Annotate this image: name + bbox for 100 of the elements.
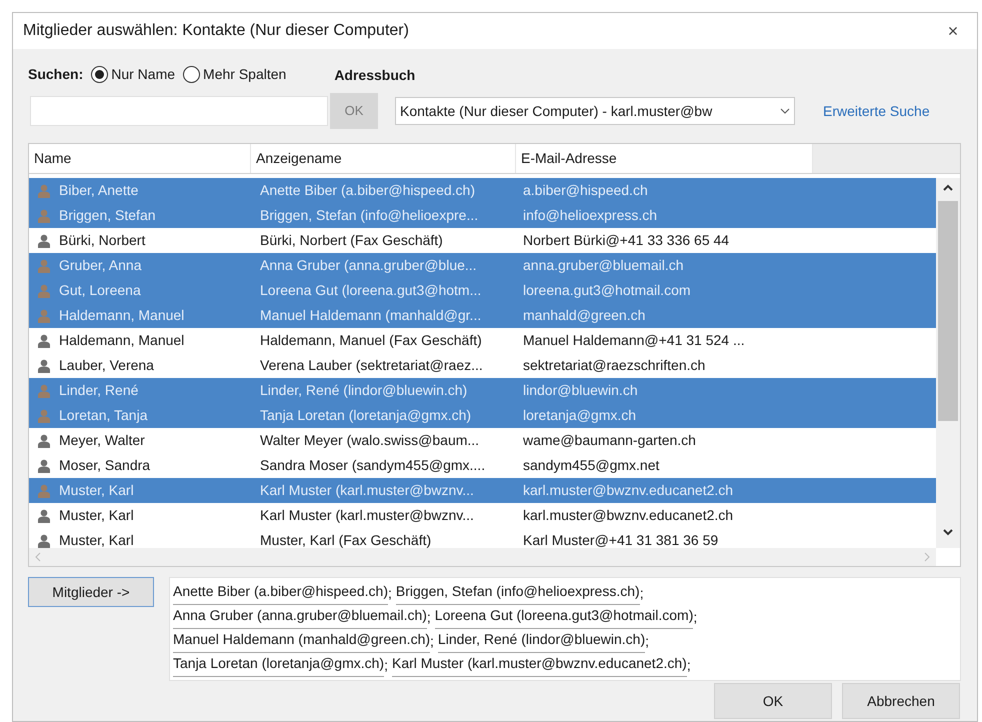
- display-name-cell-text: Karl Muster (karl.muster@bwznv...: [259, 481, 475, 500]
- name-cell-text: Biber, Anette: [59, 181, 140, 200]
- display-name-cell-text: Anna Gruber (anna.gruber@blue...: [259, 256, 478, 275]
- separator: ;: [693, 608, 698, 627]
- column-header[interactable]: Anzeigename: [251, 144, 516, 173]
- scroll-left-icon[interactable]: [35, 552, 41, 562]
- dialog-button[interactable]: OK: [714, 683, 832, 719]
- person-icon: [37, 308, 51, 322]
- recipient[interactable]: Anna Gruber (anna.gruber@bluemail.ch): [173, 605, 427, 629]
- separator: ;: [640, 584, 644, 603]
- advanced-search-link[interactable]: Erweiterte Suche: [823, 100, 930, 122]
- address-book-label: Adressbuch: [334, 66, 416, 84]
- person-icon: [37, 408, 51, 422]
- search-field[interactable]: [30, 96, 328, 126]
- person-icon: [37, 458, 51, 472]
- name-cell-text: Muster, Karl: [59, 506, 135, 525]
- person-icon: [37, 258, 51, 272]
- display-name-cell-text: Bürki, Norbert (Fax Geschäft): [259, 231, 444, 250]
- name-cell-text: Muster, Karl: [59, 531, 135, 548]
- person-icon: [37, 208, 51, 222]
- email-cell-text: loretanja@gmx.ch: [523, 406, 636, 425]
- person-icon: [37, 334, 51, 348]
- display-name-cell-text: Manuel Haldemann (manhald@gr...: [259, 306, 482, 325]
- display-name-cell-text: Sandra Moser (sandym455@gmx....: [259, 456, 486, 475]
- separator: ;: [388, 584, 392, 603]
- recipient[interactable]: Karl Muster (karl.muster@bwznv.educanet2.ch): [392, 653, 687, 677]
- radio-option[interactable]: Mehr Spalten: [183, 64, 286, 84]
- name-cell-text: Briggen, Stefan: [59, 206, 157, 225]
- recipient[interactable]: Linder, René (lindor@bluewin.ch): [438, 629, 646, 653]
- chevron-down-icon: [780, 108, 790, 114]
- email-cell-text: sektretariat@raezschriften.ch: [523, 356, 706, 375]
- recipient[interactable]: Anette Biber (a.biber@hispeed.ch): [173, 581, 388, 605]
- recipient[interactable]: Loreena Gut (loreena.gut3@hotmail.com): [434, 605, 694, 629]
- name-cell-text: Moser, Sandra: [59, 456, 152, 475]
- recipient[interactable]: Tanja Loretan (loretanja@gmx.ch): [173, 653, 384, 677]
- display-name-cell-text: Loreena Gut (loreena.gut3@hotm...: [259, 281, 482, 300]
- name-cell-text: Lauber, Verena: [59, 356, 155, 375]
- display-name-cell-text: Muster, Karl (Fax Geschäft): [259, 531, 432, 548]
- recipient[interactable]: Briggen, Stefan (info@helioexpress.ch): [396, 581, 640, 605]
- separator: ;: [686, 656, 691, 675]
- scroll-right-icon[interactable]: [924, 552, 930, 562]
- scroll-down-icon[interactable]: [943, 529, 953, 536]
- address-book-dropdown[interactable]: Kontakte (Nur dieser Computer) - karl.muster@bw: [395, 97, 795, 125]
- person-icon: [37, 508, 51, 522]
- email-cell-text: wame@baumann-garten.ch: [523, 431, 696, 450]
- name-cell-text: Gruber, Anna: [59, 256, 143, 275]
- person-icon: [37, 434, 51, 448]
- person-icon: [37, 484, 51, 498]
- dialog-button[interactable]: Abbrechen: [842, 683, 960, 719]
- radio-option[interactable]: Nur Name: [91, 64, 176, 84]
- horizontal-scrollbar[interactable]: [29, 548, 936, 566]
- person-icon: [37, 534, 51, 548]
- person-icon: [37, 284, 51, 298]
- email-cell-text: a.biber@hispeed.ch: [523, 181, 648, 200]
- display-name-cell-text: Tanja Loretan (loretanja@gmx.ch): [259, 406, 472, 425]
- person-icon: [37, 358, 51, 372]
- name-cell-text: Linder, René: [59, 381, 140, 400]
- name-cell-text: Meyer, Walter: [59, 431, 146, 450]
- email-cell-text: sandym455@gmx.net: [523, 456, 660, 475]
- person-icon: [37, 384, 51, 398]
- person-icon: [37, 234, 51, 248]
- members-field[interactable]: [169, 577, 961, 681]
- display-name-cell-text: Linder, René (lindor@bluewin.ch): [259, 381, 468, 400]
- display-name-cell-text: Haldemann, Manuel (Fax Geschäft): [259, 331, 483, 350]
- column-header[interactable]: E-Mail-Adresse: [516, 144, 813, 173]
- email-cell-text: info@helioexpress.ch: [523, 206, 658, 225]
- scroll-up-icon[interactable]: [943, 184, 953, 191]
- separator: ;: [384, 656, 388, 675]
- separator: ;: [430, 632, 434, 651]
- name-cell-text: Bürki, Norbert: [59, 231, 146, 250]
- window-title: Mitglieder auswählen: Kontakte (Nur dieser Computer): [23, 21, 409, 41]
- vertical-scrollbar[interactable]: [936, 178, 960, 548]
- email-cell-text: karl.muster@bwznv.educanet2.ch: [523, 506, 734, 525]
- email-cell-text: lindor@bluewin.ch: [523, 381, 638, 400]
- email-cell-text: loreena.gut3@hotmail.com: [523, 281, 691, 300]
- email-cell-text: Norbert Bürki@+41 33 336 65 44: [523, 231, 730, 250]
- search-label: Suchen:: [28, 64, 84, 84]
- separator: ;: [426, 608, 431, 627]
- display-name-cell-text: Briggen, Stefan (info@helioexpre...: [259, 206, 480, 225]
- email-cell-text: karl.muster@bwznv.educanet2.ch: [523, 481, 734, 500]
- scrollbar-thumb[interactable]: [938, 201, 958, 421]
- separator: ;: [645, 632, 650, 651]
- close-button[interactable]: ×: [939, 17, 967, 45]
- display-name-cell-text: Karl Muster (karl.muster@bwznv...: [259, 506, 475, 525]
- email-cell-text: manhald@green.ch: [523, 306, 646, 325]
- name-cell-text: Muster, Karl: [59, 481, 135, 500]
- name-cell-text: Loretan, Tanja: [59, 406, 148, 425]
- email-cell-text: anna.gruber@bluemail.ch: [523, 256, 684, 275]
- display-name-cell-text: Verena Lauber (sektretariat@raez...: [259, 356, 484, 375]
- name-cell-text: Haldemann, Manuel: [59, 331, 186, 350]
- column-header[interactable]: Name: [29, 144, 251, 173]
- name-cell-text: Gut, Loreena: [59, 281, 142, 300]
- recipient[interactable]: Manuel Haldemann (manhald@green.ch): [173, 629, 430, 653]
- display-name-cell-text: Walter Meyer (walo.swiss@baum...: [259, 431, 480, 450]
- add-members-button[interactable]: Mitglieder ->: [28, 577, 154, 607]
- name-cell-text: Haldemann, Manuel: [59, 306, 186, 325]
- email-cell-text: Karl Muster@+41 31 381 36 59: [523, 531, 718, 548]
- display-name-cell-text: Anette Biber (a.biber@hispeed.ch): [259, 181, 476, 200]
- person-icon: [37, 184, 51, 198]
- email-cell-text: Manuel Haldemann@+41 31 524 ...: [523, 331, 745, 350]
